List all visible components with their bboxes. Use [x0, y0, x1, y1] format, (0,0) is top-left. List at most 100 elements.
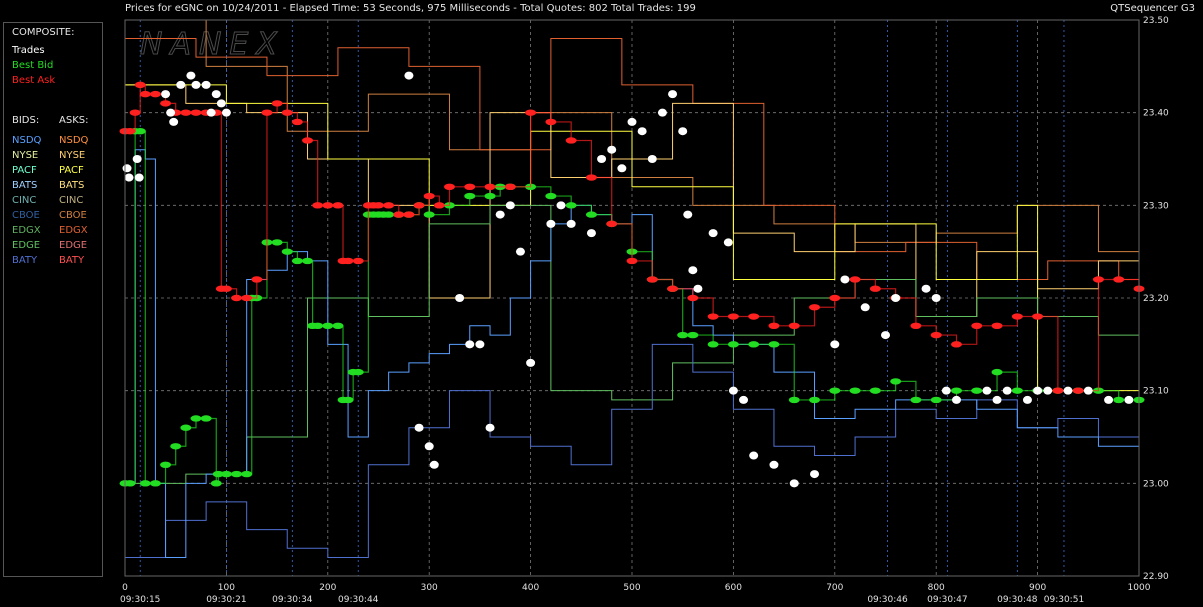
trade-point: [739, 395, 749, 404]
trade-point: [191, 80, 201, 89]
time-label: 09:30:21: [206, 595, 246, 605]
best-ask-point: [788, 322, 800, 329]
trade-point: [657, 108, 667, 117]
app-name: QTSequencer G3: [1110, 3, 1195, 14]
best-ask-point: [525, 109, 537, 116]
legend-trades: Trades: [12, 45, 45, 56]
legend-bid-pacf: PACF: [12, 165, 37, 176]
best-bid-point: [200, 415, 212, 422]
legend-bid-cinc: CINC: [12, 195, 37, 206]
best-ask-point: [930, 331, 942, 339]
trade-point: [982, 386, 992, 395]
trade-point: [566, 219, 576, 228]
best-bid-point: [312, 322, 324, 329]
best-ask-point: [160, 100, 172, 107]
trade-point: [124, 173, 134, 182]
best-bid-point: [281, 248, 293, 255]
x-tick-label: 500: [623, 583, 640, 593]
best-bid-point: [788, 396, 800, 404]
trade-point: [860, 303, 870, 312]
best-bid-point: [869, 387, 881, 394]
best-bid-point: [332, 322, 344, 329]
y-tick-label: 22.90: [1143, 572, 1169, 582]
trade-point: [693, 284, 703, 293]
trade-point: [688, 266, 698, 275]
best-bid-point: [890, 378, 902, 385]
y-tick-label: 23.20: [1143, 294, 1169, 304]
x-tick-label: 400: [522, 583, 539, 593]
trade-point: [921, 284, 931, 293]
trade-point: [951, 395, 961, 404]
trade-point: [546, 219, 556, 228]
best-bid-point: [291, 257, 303, 265]
trade-point: [830, 340, 840, 349]
trade-point: [586, 229, 596, 238]
trade-point: [607, 145, 617, 154]
trade-point: [769, 460, 779, 469]
best-ask-point: [829, 294, 841, 302]
best-ask-point: [383, 202, 395, 209]
legend-ask-edge: EDGE: [59, 240, 88, 251]
trade-point: [1002, 386, 1012, 395]
time-label: 09:30:48: [997, 595, 1038, 605]
x-tick-label: 600: [725, 583, 742, 593]
legend-bids-title: BIDS:: [12, 115, 40, 126]
best-ask-point: [464, 183, 476, 190]
trade-point: [728, 386, 738, 395]
x-tick-label: 1000: [1128, 583, 1151, 593]
legend-ask-bats: BATS: [59, 180, 85, 191]
best-ask-point: [768, 322, 780, 329]
trade-point: [122, 164, 132, 173]
best-ask-point: [504, 183, 516, 190]
best-bid-point: [768, 341, 780, 348]
best-bid-point: [677, 331, 689, 339]
best-ask-point: [231, 294, 243, 302]
trade-point: [485, 423, 495, 432]
best-ask-point: [646, 276, 658, 283]
best-ask-point: [809, 304, 821, 311]
best-ask-point: [1052, 387, 1064, 394]
time-label: 09:30:34: [272, 595, 313, 605]
best-bid-point: [1113, 396, 1125, 404]
best-ask-point: [748, 313, 760, 320]
best-ask-point: [484, 183, 496, 190]
best-bid-point: [124, 480, 136, 487]
best-ask-point: [129, 109, 141, 116]
x-tick-label: 300: [421, 583, 438, 593]
best-bid-point: [231, 470, 243, 478]
best-bid-point: [149, 480, 161, 487]
best-ask-point: [443, 183, 455, 190]
trade-point: [414, 423, 424, 432]
legend-ask-baty: BATY: [59, 255, 85, 266]
legend-ask-cboe: CBOE: [59, 210, 87, 221]
best-bid-point: [464, 192, 476, 200]
best-ask-point: [1032, 313, 1044, 320]
best-ask-point: [271, 100, 283, 107]
best-bid-point: [809, 396, 821, 404]
best-ask-point: [261, 109, 273, 116]
x-tick-label: 700: [826, 583, 843, 593]
time-label: 09:30:51: [1044, 595, 1084, 605]
trade-point: [169, 117, 179, 126]
trade-point: [637, 127, 647, 136]
legend-bid-cboe: CBOE: [12, 210, 40, 221]
best-bid-point: [971, 387, 983, 394]
best-ask-point: [1113, 276, 1125, 283]
best-ask-point: [869, 285, 881, 292]
trade-point: [668, 90, 678, 99]
trade-point: [1083, 386, 1093, 395]
best-bid-point: [160, 461, 172, 468]
trade-point: [678, 127, 688, 136]
best-bid-point: [707, 341, 719, 348]
best-ask-point: [393, 211, 405, 218]
best-bid-point: [134, 128, 146, 135]
best-ask-point: [241, 294, 253, 302]
best-bid-point: [383, 211, 395, 218]
trade-point: [166, 108, 176, 117]
best-ask-point: [950, 341, 962, 348]
x-tick-label: 0: [122, 583, 128, 593]
legend-ask-nyse: NYSE: [59, 150, 86, 161]
best-bid-point: [950, 387, 962, 394]
best-ask-point: [302, 137, 314, 144]
legend-ask-pacf: PACF: [59, 165, 84, 176]
